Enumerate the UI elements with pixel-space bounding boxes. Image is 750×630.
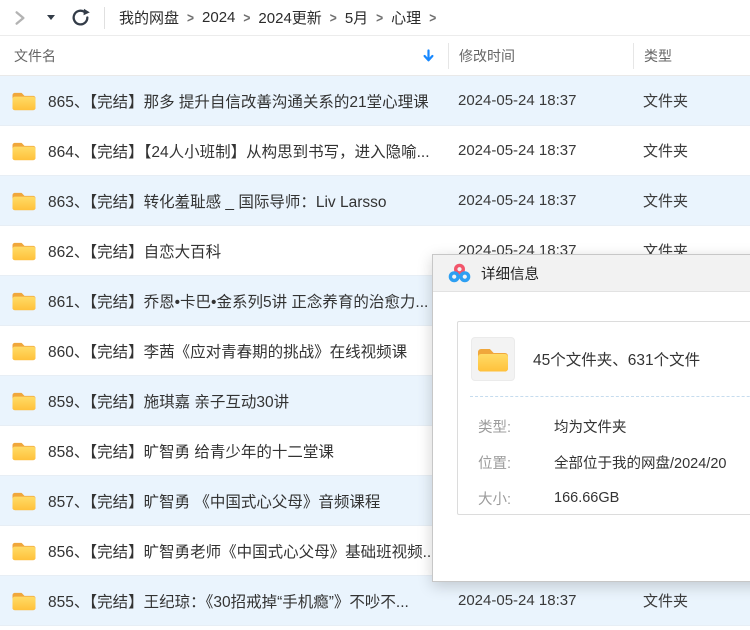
modified-time: 2024-05-24 18:37 — [458, 592, 577, 609]
history-dropdown-button[interactable] — [44, 11, 58, 25]
breadcrumb-item[interactable]: 我的网盘 — [119, 7, 179, 28]
file-name: 865、【完结】那多 提升自信改善沟通关系的21堂心理课 — [48, 93, 429, 111]
file-row[interactable]: 855、【完结】王纪琼：《30招戒掉“手机瘾”》不吵不... 2024-05-2… — [0, 576, 750, 626]
column-header-filename[interactable]: 文件名 — [0, 36, 448, 75]
folder-icon — [12, 242, 36, 261]
details-popup: 详细信息 45个文件夹、631个文件 类型: 均为文件夹 位置: 全部位于我的网… — [432, 254, 750, 582]
details-field-label: 位置: — [478, 455, 512, 472]
breadcrumb-separator-icon: > — [376, 9, 384, 26]
file-name-cell: 862、【完结】自恋大百科 — [0, 239, 448, 262]
details-field-value: 全部位于我的网盘/2024/20 — [554, 455, 727, 472]
breadcrumb-item[interactable]: 5月 — [345, 7, 368, 28]
column-label: 修改时间 — [459, 47, 515, 64]
details-field-value: 均为文件夹 — [554, 419, 627, 436]
folder-icon — [12, 492, 36, 511]
file-name-cell: 856、【完结】旷智勇老师《中国式心父母》基础班视频... — [0, 539, 448, 562]
breadcrumb-item[interactable]: 2024 — [202, 9, 235, 26]
breadcrumb-separator-icon: > — [429, 9, 437, 26]
file-name-cell: 860、【完结】李茜《应对青春期的挑战》在线视频课 — [0, 339, 448, 362]
file-row[interactable]: 864、【完结】【24人小班制】从构思到书写，进入隐喻... 2024-05-2… — [0, 126, 750, 176]
breadcrumb: 我的网盘 > 2024 > 2024更新 > 5月 > 心理 > — [119, 7, 436, 28]
forward-button[interactable] — [10, 8, 30, 28]
modified-time: 2024-05-24 18:37 — [458, 142, 577, 159]
details-field-row: 位置: 全部位于我的网盘/2024/20 — [458, 444, 750, 480]
file-name: 860、【完结】李茜《应对青春期的挑战》在线视频课 — [48, 343, 408, 361]
folder-icon — [12, 392, 36, 411]
modified-time: 2024-05-24 18:37 — [458, 192, 577, 209]
file-name-cell: 859、【完结】施琪嘉 亲子互动30讲 — [0, 389, 448, 412]
details-popup-header: 详细信息 — [433, 255, 750, 292]
file-name-cell: 864、【完结】【24人小班制】从构思到书写，进入隐喻... — [0, 139, 448, 162]
file-name: 857、【完结】旷智勇 《中国式心父母》音频课程 — [48, 493, 381, 511]
file-name-cell: 855、【完结】王纪琼：《30招戒掉“手机瘾”》不吵不... — [0, 589, 448, 612]
folder-icon — [478, 349, 508, 372]
file-name-cell: 861、【完结】乔恩•卡巴•金系列5讲 正念养育的治愈力... — [0, 289, 448, 312]
file-type: 文件夹 — [643, 143, 689, 160]
navigation-toolbar: 我的网盘 > 2024 > 2024更新 > 5月 > 心理 > — [0, 0, 750, 36]
caret-down-icon — [47, 15, 55, 20]
folder-thumbnail — [471, 337, 515, 381]
folder-icon — [12, 142, 36, 161]
file-name-cell: 863、【完结】转化羞耻感 _ 国际导师：Liv Larsso — [0, 189, 448, 212]
file-type: 文件夹 — [643, 93, 689, 110]
refresh-button[interactable] — [70, 8, 90, 28]
file-name: 861、【完结】乔恩•卡巴•金系列5讲 正念养育的治愈力... — [48, 293, 429, 311]
refresh-icon — [72, 8, 90, 26]
details-field-value: 166.66GB — [554, 490, 620, 506]
netdisk-logo-icon — [448, 263, 471, 282]
column-header-type: 类型 — [633, 42, 750, 69]
column-label: 类型 — [644, 47, 672, 64]
file-type: 文件夹 — [643, 593, 689, 610]
details-summary: 45个文件夹、631个文件 — [458, 322, 750, 396]
column-label: 文件名 — [14, 47, 56, 64]
folder-icon — [12, 192, 36, 211]
breadcrumb-item[interactable]: 心理 — [391, 7, 421, 28]
details-popup-body: 45个文件夹、631个文件 类型: 均为文件夹 位置: 全部位于我的网盘/202… — [433, 292, 750, 582]
file-name: 863、【完结】转化羞耻感 _ 国际导师：Liv Larsso — [48, 193, 387, 211]
details-field-row: 大小: 166.66GB — [458, 480, 750, 516]
details-field-row: 类型: 均为文件夹 — [458, 408, 750, 444]
breadcrumb-separator-icon: > — [243, 9, 251, 26]
file-row[interactable]: 865、【完结】那多 提升自信改善沟通关系的21堂心理课 2024-05-24 … — [0, 76, 750, 126]
breadcrumb-separator-icon: > — [329, 9, 337, 26]
folder-icon — [12, 592, 36, 611]
details-field-label: 类型: — [478, 419, 512, 436]
file-name-cell: 865、【完结】那多 提升自信改善沟通关系的21堂心理课 — [0, 89, 448, 112]
breadcrumb-separator-icon: > — [187, 9, 195, 26]
file-name: 856、【完结】旷智勇老师《中国式心父母》基础班视频... — [48, 543, 436, 561]
details-info-box: 45个文件夹、631个文件 类型: 均为文件夹 位置: 全部位于我的网盘/202… — [457, 321, 750, 515]
file-name: 858、【完结】旷智勇 给青少年的十二堂课 — [48, 443, 334, 461]
folder-icon — [12, 442, 36, 461]
file-manager-window: 我的网盘 > 2024 > 2024更新 > 5月 > 心理 > 文件名 修改时… — [0, 0, 750, 630]
details-summary-text: 45个文件夹、631个文件 — [533, 352, 701, 369]
breadcrumb-item[interactable]: 2024更新 — [258, 7, 321, 28]
details-field-label: 大小: — [478, 491, 512, 508]
file-name-cell: 858、【完结】旷智勇 给青少年的十二堂课 — [0, 439, 448, 462]
file-name: 859、【完结】施琪嘉 亲子互动30讲 — [48, 393, 290, 411]
file-name-cell: 857、【完结】旷智勇 《中国式心父母》音频课程 — [0, 489, 448, 512]
file-name: 855、【完结】王纪琼：《30招戒掉“手机瘾”》不吵不... — [48, 593, 409, 611]
chevron-right-icon — [15, 10, 25, 25]
folder-icon — [12, 92, 36, 111]
folder-icon — [12, 292, 36, 311]
file-type: 文件夹 — [643, 193, 689, 210]
column-header-modified[interactable]: 修改时间 — [448, 42, 633, 69]
folder-icon — [12, 342, 36, 361]
file-row[interactable]: 863、【完结】转化羞耻感 _ 国际导师：Liv Larsso 2024-05-… — [0, 176, 750, 226]
details-fields: 类型: 均为文件夹 位置: 全部位于我的网盘/2024/20 大小: 166.6… — [458, 397, 750, 516]
modified-time: 2024-05-24 18:37 — [458, 92, 577, 109]
file-name: 864、【完结】【24人小班制】从构思到书写，进入隐喻... — [48, 143, 430, 161]
details-popup-title: 详细信息 — [481, 266, 539, 283]
file-name: 862、【完结】自恋大百科 — [48, 243, 222, 261]
sort-desc-icon[interactable] — [423, 49, 434, 62]
table-header: 文件名 修改时间 类型 — [0, 36, 750, 76]
toolbar-divider — [104, 6, 105, 29]
folder-icon — [12, 542, 36, 561]
